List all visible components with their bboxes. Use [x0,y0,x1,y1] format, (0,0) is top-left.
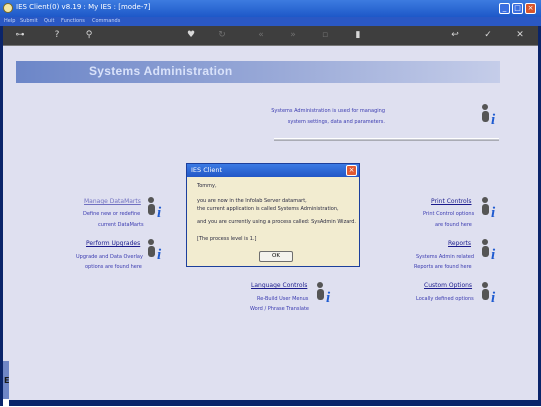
app-window: IES Client(0) v8.19 : My IES : [mode-7] … [0,0,541,407]
language-controls-link[interactable]: Language Controls [251,282,307,289]
svg-text:i: i [157,247,162,262]
back-icon[interactable]: ↩ [448,29,462,41]
manage-datamarts-info-icon[interactable]: i [144,196,168,220]
ok-icon[interactable]: ✓ [481,29,495,41]
svg-text:i: i [491,205,496,220]
menu-commands[interactable]: Commands [92,18,120,24]
page-banner: Systems Administration [16,61,500,83]
language-controls-info-icon[interactable]: i [313,281,337,305]
intro-line-1: Systems Administration is used for manag… [271,108,385,114]
copy-icon[interactable]: ▮ [351,29,365,41]
custom-options-info-icon[interactable]: i [478,281,502,305]
custom-options-desc-1: Locally defined options [416,296,474,302]
ok-button[interactable]: OK [259,251,293,262]
perform-upgrades-desc-2: options are found here [85,264,142,270]
print-controls-desc-2: are found here [435,222,472,228]
intro-line-2: system settings, data and parameters. [287,119,385,125]
manage-datamarts-link[interactable]: Manage DataMarts [84,198,141,205]
title-bar[interactable]: IES Client(0) v8.19 : My IES : [mode-7] … [0,0,541,17]
dialog-title: IES Client [191,166,223,174]
custom-options-link[interactable]: Custom Options [424,282,472,289]
manage-datamarts-desc-2: current DataMarts [98,222,144,228]
stop-icon[interactable]: ▫ [318,29,332,41]
dialog-close-button[interactable]: × [346,165,357,176]
reports-link[interactable]: Reports [448,240,471,247]
dialog-process-level: [The process level is 1.] [197,236,257,242]
person-info-icon[interactable]: i [478,103,502,127]
reports-desc-1: Systems Admin related [416,254,475,260]
print-controls-link[interactable]: Print Controls [431,198,472,205]
fast-forward-icon[interactable]: » [286,29,300,41]
dialog-text-line-3: and you are currently using a process ca… [197,219,356,225]
menu-submit[interactable]: Submit [20,18,38,24]
reports-desc-2: Reports are found here [414,264,472,270]
svg-text:i: i [157,205,162,220]
app-icon [3,3,13,13]
dialog-title-bar[interactable]: IES Client × [187,164,359,177]
menu-quit[interactable]: Quit [44,18,54,24]
dialog-text-line-2: the current application is called System… [197,206,339,212]
page-title: Systems Administration [89,64,233,78]
svg-text:i: i [326,290,331,305]
perform-upgrades-info-icon[interactable]: i [144,238,168,262]
perform-upgrades-link[interactable]: Perform Upgrades [86,240,140,247]
main-content: E Systems Administration Systems Adminis… [3,46,538,407]
left-strip-glyph[interactable]: E [4,376,9,385]
window-title: IES Client(0) v8.19 : My IES : [mode-7] [16,3,151,11]
language-controls-desc-2: Word / Phrase Translate [250,306,309,312]
maximize-button[interactable]: □ [512,3,523,14]
close-icon[interactable]: ✕ [513,29,527,41]
print-controls-desc-1: Print Control options [423,211,475,217]
svg-text:i: i [491,247,496,262]
manage-datamarts-desc-1: Define new or redefine [83,211,141,217]
svg-text:i: i [491,290,496,305]
language-controls-desc-1: Re-Build User Menus [257,296,309,302]
dialog-greeting: Tommy, [197,183,217,189]
svg-text:i: i [491,112,496,127]
reports-info-icon[interactable]: i [478,238,502,262]
separator-line [274,138,499,141]
help-icon[interactable]: ? [50,29,64,41]
refresh-icon[interactable]: ↻ [215,29,229,41]
minimize-button[interactable]: _ [499,3,510,14]
menu-functions[interactable]: Functions [61,18,85,24]
key-icon[interactable]: ⊶ [9,29,31,41]
dialog-text-line-1: you are now in the Infolab Server datama… [197,198,307,204]
close-window-button[interactable]: × [525,3,536,14]
message-dialog: IES Client × Tommy, you are now in the I… [186,163,360,267]
rewind-icon[interactable]: « [254,29,268,41]
perform-upgrades-desc-1: Upgrade and Data Overlay [76,254,143,260]
menu-help[interactable]: Help [4,18,15,24]
toolbar: ⊶ ? ⚲ ♥ ↻ « » ▫ ▮ ↩ ✓ ✕ [3,26,538,46]
search-icon[interactable]: ⚲ [82,29,96,41]
menu-bar: Help Submit Quit Functions Commands [0,17,541,26]
heart-icon[interactable]: ♥ [184,29,198,41]
print-controls-info-icon[interactable]: i [478,196,502,220]
